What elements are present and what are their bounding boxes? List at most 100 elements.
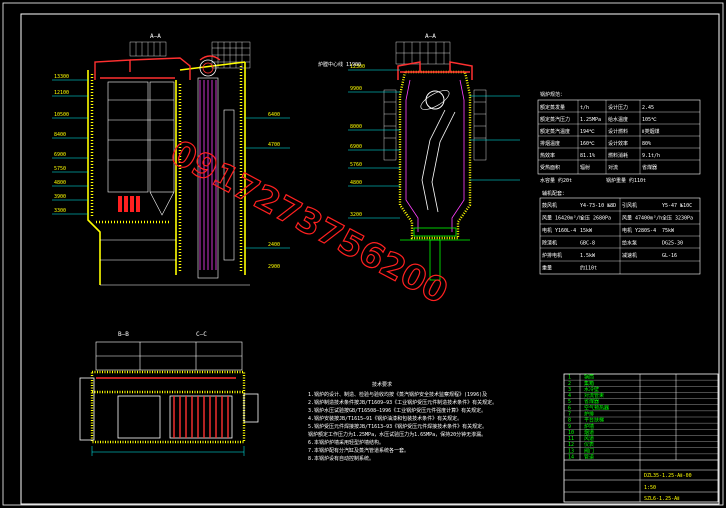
parts-row-name: 炉墙 [584,423,594,430]
parts-row-name: 锅筒 [584,374,594,381]
params-cell: 105℃ [642,117,657,123]
equip-cell: GL-16 [662,253,677,259]
parts-row-name: 对流管束 [584,392,604,399]
equip-table: 辅机配套： 鼓风机 Y4-73-10 №8D 引风机 Y5-47 №10C 风量 164… [539,190,701,275]
parts-row-name: 阀门 [584,447,594,454]
params-cell: 额定蒸发量 [540,104,565,111]
params-cell: 给水温度 [608,116,628,123]
parts-row-name: 水冷壁 [584,386,599,393]
drawing-sheet: 13300 12100 10500 8400 6900 5750 4800 39… [2,2,724,506]
note-line: 1.锅炉的设计、制造、检验与验收均按《蒸汽锅炉安全技术监察规程》(1996)及 [308,391,487,398]
note-line: 3.锅炉水压试验按GB/T16508—1996《工业锅炉受压元件强度计算》有关规… [308,407,486,414]
equip-cell: 减速机 [622,252,637,259]
params-cell: 设计燃料 [608,128,628,135]
parts-row-index: 7 [568,412,571,418]
elevation-label: 10500 [54,112,69,118]
parts-row-index: 12 [568,442,574,448]
equip-cell: 15kW [580,228,593,234]
parts-row-index: 6 [568,405,571,411]
parts-row-index: 9 [568,424,571,430]
centerline-callout: 炉膛中心线 11900 [318,61,361,68]
parts-row-name: 省煤器 [584,398,599,405]
params-cell: 热效率 [540,152,555,159]
elevation-label: 4800 [350,180,362,186]
params-cell: 1.25MPa [580,117,601,123]
params-cell: t/h [580,105,589,111]
drawing-scale: 1:50 [644,485,656,491]
equip-cell: Y5-47 №10C [662,203,692,209]
elevation-label: 3200 [350,212,362,218]
equip-cell: 约110t [580,265,597,272]
elevation-label: 8000 [350,124,362,130]
note-line: 6.本锅炉炉墙采用轻型炉墙结构。 [308,439,384,446]
equip-cell: 给水泵 [622,240,637,247]
parts-row-name: 烟道 [584,429,594,436]
params-cell: 80% [642,141,651,147]
parts-row-index: 3 [568,387,571,393]
equip-cell: DG25-30 [662,241,683,247]
elevation-label: 6900 [54,152,66,158]
params-cell: 额定蒸汽温度 [540,128,570,135]
equip-cell: 1.5kW [580,253,596,259]
params-cell: 辐射 [580,164,590,171]
notes-title: 技术要求 [372,381,392,388]
params-cell: 9.1t/h [642,153,660,159]
elevation-label: 4800 [54,180,66,186]
params-cell: 对流 [608,164,618,171]
equip-cell: 重量 [542,265,552,272]
note-line: 5.锅炉受压元件焊接按JB/T1613—93《锅炉受压元件焊接技术条件》有关规定… [308,423,487,430]
note-line: 2.锅炉制造技术条件按JB/T1609—93《工业锅炉受压元件制造技术条件》有关… [308,399,497,406]
parts-row-index: 14 [568,455,574,461]
elevation-label: 9900 [350,86,362,92]
equip-cell: 电机 Y280S-4 [622,227,656,234]
params-cell: 2.45 [642,105,654,111]
parts-row-index: 4 [568,393,571,399]
equip-cell: 风量 47400m³/h [622,215,662,222]
elevation-label: 4700 [268,142,280,148]
elevation-label: 3300 [54,208,66,214]
params-cell: 省煤器 [642,164,657,171]
parts-row-name: 空气预热器 [584,404,609,411]
elevations-right: 12300 9900 8000 6900 5760 4800 3200 [350,64,365,218]
params-cell: 194℃ [580,129,595,135]
params-cell: 160℃ [580,141,595,147]
section-label: B—B [118,331,129,338]
elevation-label: 5760 [350,162,362,168]
params-footer-1: 水容量 约20t [540,177,572,184]
parts-row-index: 2 [568,381,571,387]
equip-cell: 电机 Y160L-4 [542,227,576,234]
parts-row-index: 1 [568,375,571,381]
parts-row-name: 平台扶梯 [584,417,604,424]
params-cell: 燃料消耗 [608,152,628,159]
note-line: 7.本锅炉配有分汽缸及蒸汽管道系统各一套。 [308,447,409,454]
params-title: 锅炉规范： [540,91,565,98]
parts-row-index: 13 [568,448,574,454]
technical-notes: 技术要求 1.锅炉的设计、制造、检验与验收均按《蒸汽锅炉安全技术监察规程》(19… [308,381,497,462]
equip-cell: 引风机 [622,202,637,209]
elevation-label: 2900 [268,264,280,270]
equip-cell: 鼓风机 [542,202,557,209]
params-cell: 额定蒸汽压力 [540,116,570,123]
elevation-label: 3900 [54,194,66,200]
drawing-number: DZL35-1.25-AⅡ-00 [644,473,692,479]
parts-row-name: 管道 [584,454,594,461]
elevation-label: 8400 [54,132,66,138]
parts-row-index: 8 [568,418,571,424]
equip-cell: 75kW [662,228,675,234]
params-cell: 设计效率 [608,140,628,147]
note-line: 8.本锅炉设有自动控制系统。 [308,455,374,462]
note-line: 锅炉额定工作压力为1.25MPa，水压试验压力为1.65MPa，保持20分钟无渗… [308,431,486,438]
equip-title: 辅机配套： [542,190,567,197]
params-cell: 81.1% [580,153,595,159]
equip-cell: GBC-8 [580,241,595,247]
params-cell: 受热面积 [540,164,560,171]
title-block: 1 锅筒 2 集箱 3 水冷壁 4 对流管束 5 省煤器 6 空气预热器 7 炉排 8 平台扶梯 9 炉墙 10 烟道… [563,373,719,503]
parts-row-name: 仪表 [584,441,594,448]
parts-row-name: 集箱 [584,380,594,387]
params-footer-2: 锅炉重量 约110t [606,177,646,184]
params-cell: Ⅱ类烟煤 [642,128,659,135]
drawing-model: SZL6-1.25-AⅡ [644,496,680,502]
elevation-label: 2400 [268,242,280,248]
parts-row-name: 炉排 [584,411,594,418]
parts-row-index: 10 [568,430,574,436]
